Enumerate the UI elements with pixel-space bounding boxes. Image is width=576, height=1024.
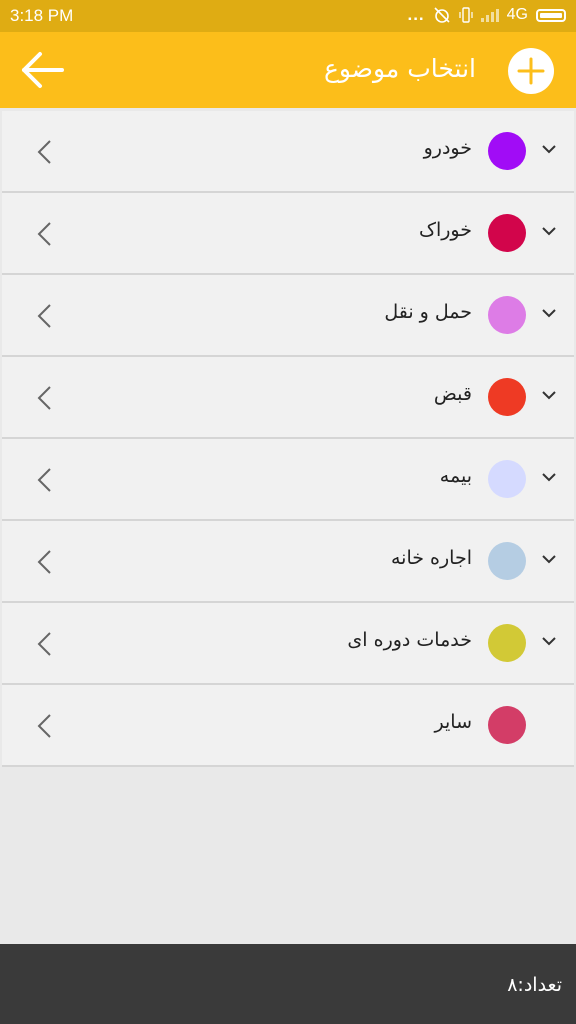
- chevron-down-icon[interactable]: [542, 308, 556, 318]
- arrow-left-icon[interactable]: [20, 50, 66, 90]
- chevron-down-icon[interactable]: [542, 636, 556, 646]
- category-label: خودرو: [423, 137, 472, 159]
- page-title: انتخاب موضوع: [323, 54, 476, 83]
- category-label: خوراک: [418, 219, 472, 241]
- chevron-down-icon[interactable]: [542, 226, 556, 236]
- category-color-dot: [488, 378, 526, 416]
- list-item[interactable]: خودرو: [2, 111, 574, 193]
- list-item[interactable]: سایر: [2, 685, 574, 767]
- add-category-button[interactable]: [508, 48, 554, 94]
- category-color-dot: [488, 132, 526, 170]
- chevron-down-icon[interactable]: [542, 554, 556, 564]
- status-icons: ... 4G: [407, 5, 566, 25]
- notification-dots: ...: [407, 5, 425, 24]
- plus-icon: [517, 57, 545, 85]
- chevron-down-icon[interactable]: [542, 144, 556, 154]
- network-type: 4G: [506, 6, 528, 23]
- signal-icon: [480, 8, 499, 22]
- item-count: تعداد:۸: [507, 974, 562, 996]
- category-color-dot: [488, 296, 526, 334]
- list-item[interactable]: بیمه: [2, 439, 574, 521]
- chevron-down-icon[interactable]: [542, 472, 556, 482]
- status-bar: 3:18 PM ... 4G: [0, 0, 576, 32]
- footer-bar: تعداد:۸: [0, 944, 576, 1024]
- chevron-left-icon[interactable]: [36, 221, 52, 247]
- list-item[interactable]: خدمات دوره ای: [2, 603, 574, 685]
- status-time: 3:18 PM: [10, 6, 74, 25]
- category-color-dot: [488, 542, 526, 580]
- category-color-dot: [488, 706, 526, 744]
- list-item[interactable]: اجاره خانه: [2, 521, 574, 603]
- chevron-left-icon[interactable]: [36, 549, 52, 575]
- category-label: بیمه: [439, 465, 472, 487]
- alarm-off-icon: [434, 7, 450, 23]
- list-item[interactable]: خوراک: [2, 193, 574, 275]
- app-bar: انتخاب موضوع: [0, 32, 576, 108]
- chevron-left-icon[interactable]: [36, 467, 52, 493]
- category-color-dot: [488, 214, 526, 252]
- chevron-down-icon[interactable]: [542, 390, 556, 400]
- category-label: حمل و نقل: [384, 301, 472, 323]
- list-item[interactable]: قبض: [2, 357, 574, 439]
- chevron-left-icon[interactable]: [36, 713, 52, 739]
- category-color-dot: [488, 460, 526, 498]
- chevron-left-icon[interactable]: [36, 631, 52, 657]
- category-label: خدمات دوره ای: [347, 629, 472, 651]
- chevron-left-icon[interactable]: [36, 385, 52, 411]
- chevron-left-icon[interactable]: [36, 139, 52, 165]
- category-label: قبض: [433, 383, 472, 405]
- list-item[interactable]: حمل و نقل: [2, 275, 574, 357]
- chevron-left-icon[interactable]: [36, 303, 52, 329]
- vibrate-icon: [459, 7, 473, 23]
- category-list: خودرو خوراک حمل و نقل قبض بیمه اجاره خان…: [2, 111, 574, 767]
- category-label: اجاره خانه: [391, 547, 472, 569]
- category-label: سایر: [434, 711, 472, 733]
- category-color-dot: [488, 624, 526, 662]
- battery-icon: [536, 8, 566, 22]
